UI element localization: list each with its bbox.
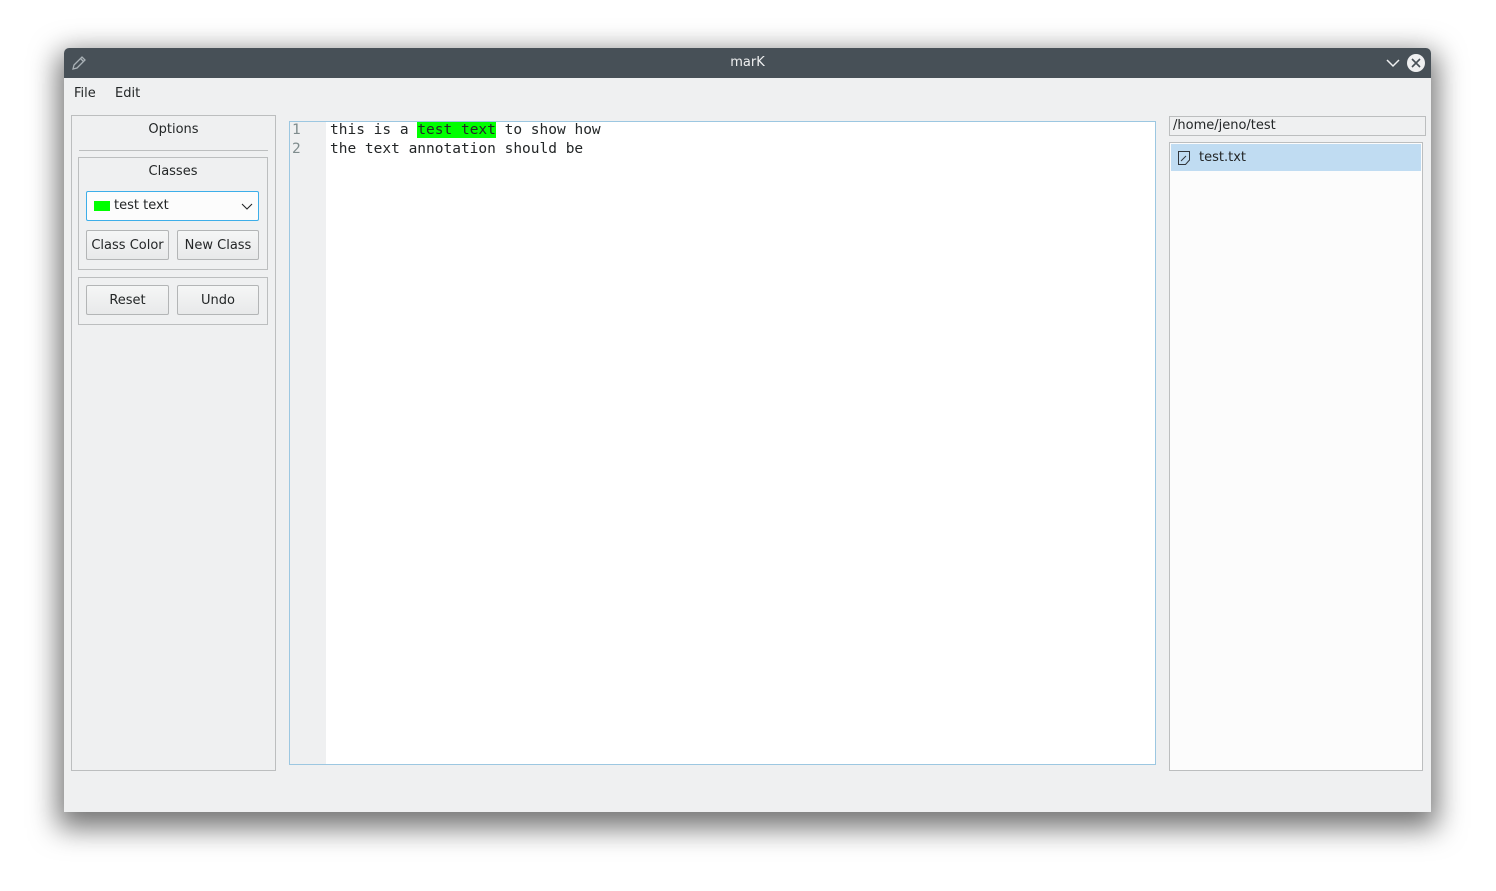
status-bar — [64, 784, 1431, 812]
title-bar[interactable]: marK — [64, 48, 1431, 78]
new-class-button[interactable]: New Class — [177, 230, 259, 260]
line-number: 1 — [292, 122, 301, 138]
window-title: marK — [730, 55, 765, 70]
divider — [79, 150, 268, 151]
file-name: test.txt — [1199, 150, 1246, 165]
class-color-button[interactable]: Class Color — [86, 230, 169, 260]
reset-button[interactable]: Reset — [86, 285, 169, 315]
line-number: 2 — [292, 141, 301, 157]
file-list[interactable]: test.txt — [1169, 142, 1423, 771]
chevron-down-icon — [241, 203, 253, 210]
close-icon — [1411, 58, 1421, 68]
options-title: Options — [148, 122, 199, 137]
line-number-gutter: 1 2 — [290, 122, 326, 764]
text-segment: the text annotation should be — [330, 141, 584, 157]
menu-edit[interactable]: Edit — [115, 86, 140, 101]
directory-path-field[interactable]: /home/jeno/test — [1169, 116, 1426, 136]
text-editor[interactable]: 1 2 this is a test text to show how the … — [289, 121, 1156, 765]
actions-group: Reset Undo — [78, 277, 268, 325]
text-line[interactable]: this is a test text to show how — [330, 122, 601, 138]
document-icon — [1178, 151, 1190, 165]
classes-group: Classes test text Class Color New Class — [78, 157, 268, 270]
app-window: marK File Edit Options Classes test text — [64, 48, 1431, 812]
classes-title: Classes — [148, 164, 198, 179]
menu-file[interactable]: File — [74, 86, 96, 101]
class-select-value: test text — [114, 198, 169, 213]
text-segment: to show how — [495, 122, 601, 138]
close-button[interactable] — [1407, 54, 1425, 72]
menu-bar: File Edit — [64, 78, 1431, 108]
list-item[interactable]: test.txt — [1171, 144, 1421, 171]
class-select[interactable]: test text — [86, 191, 259, 221]
annotation-highlight[interactable]: test text — [417, 122, 496, 138]
options-panel: Options Classes test text Class Color Ne… — [71, 115, 276, 771]
class-color-swatch — [94, 201, 110, 211]
chevron-down-icon[interactable] — [1385, 55, 1401, 71]
undo-button[interactable]: Undo — [177, 285, 259, 315]
text-line[interactable]: the text annotation should be — [330, 141, 583, 157]
text-segment: this is a — [330, 122, 418, 138]
